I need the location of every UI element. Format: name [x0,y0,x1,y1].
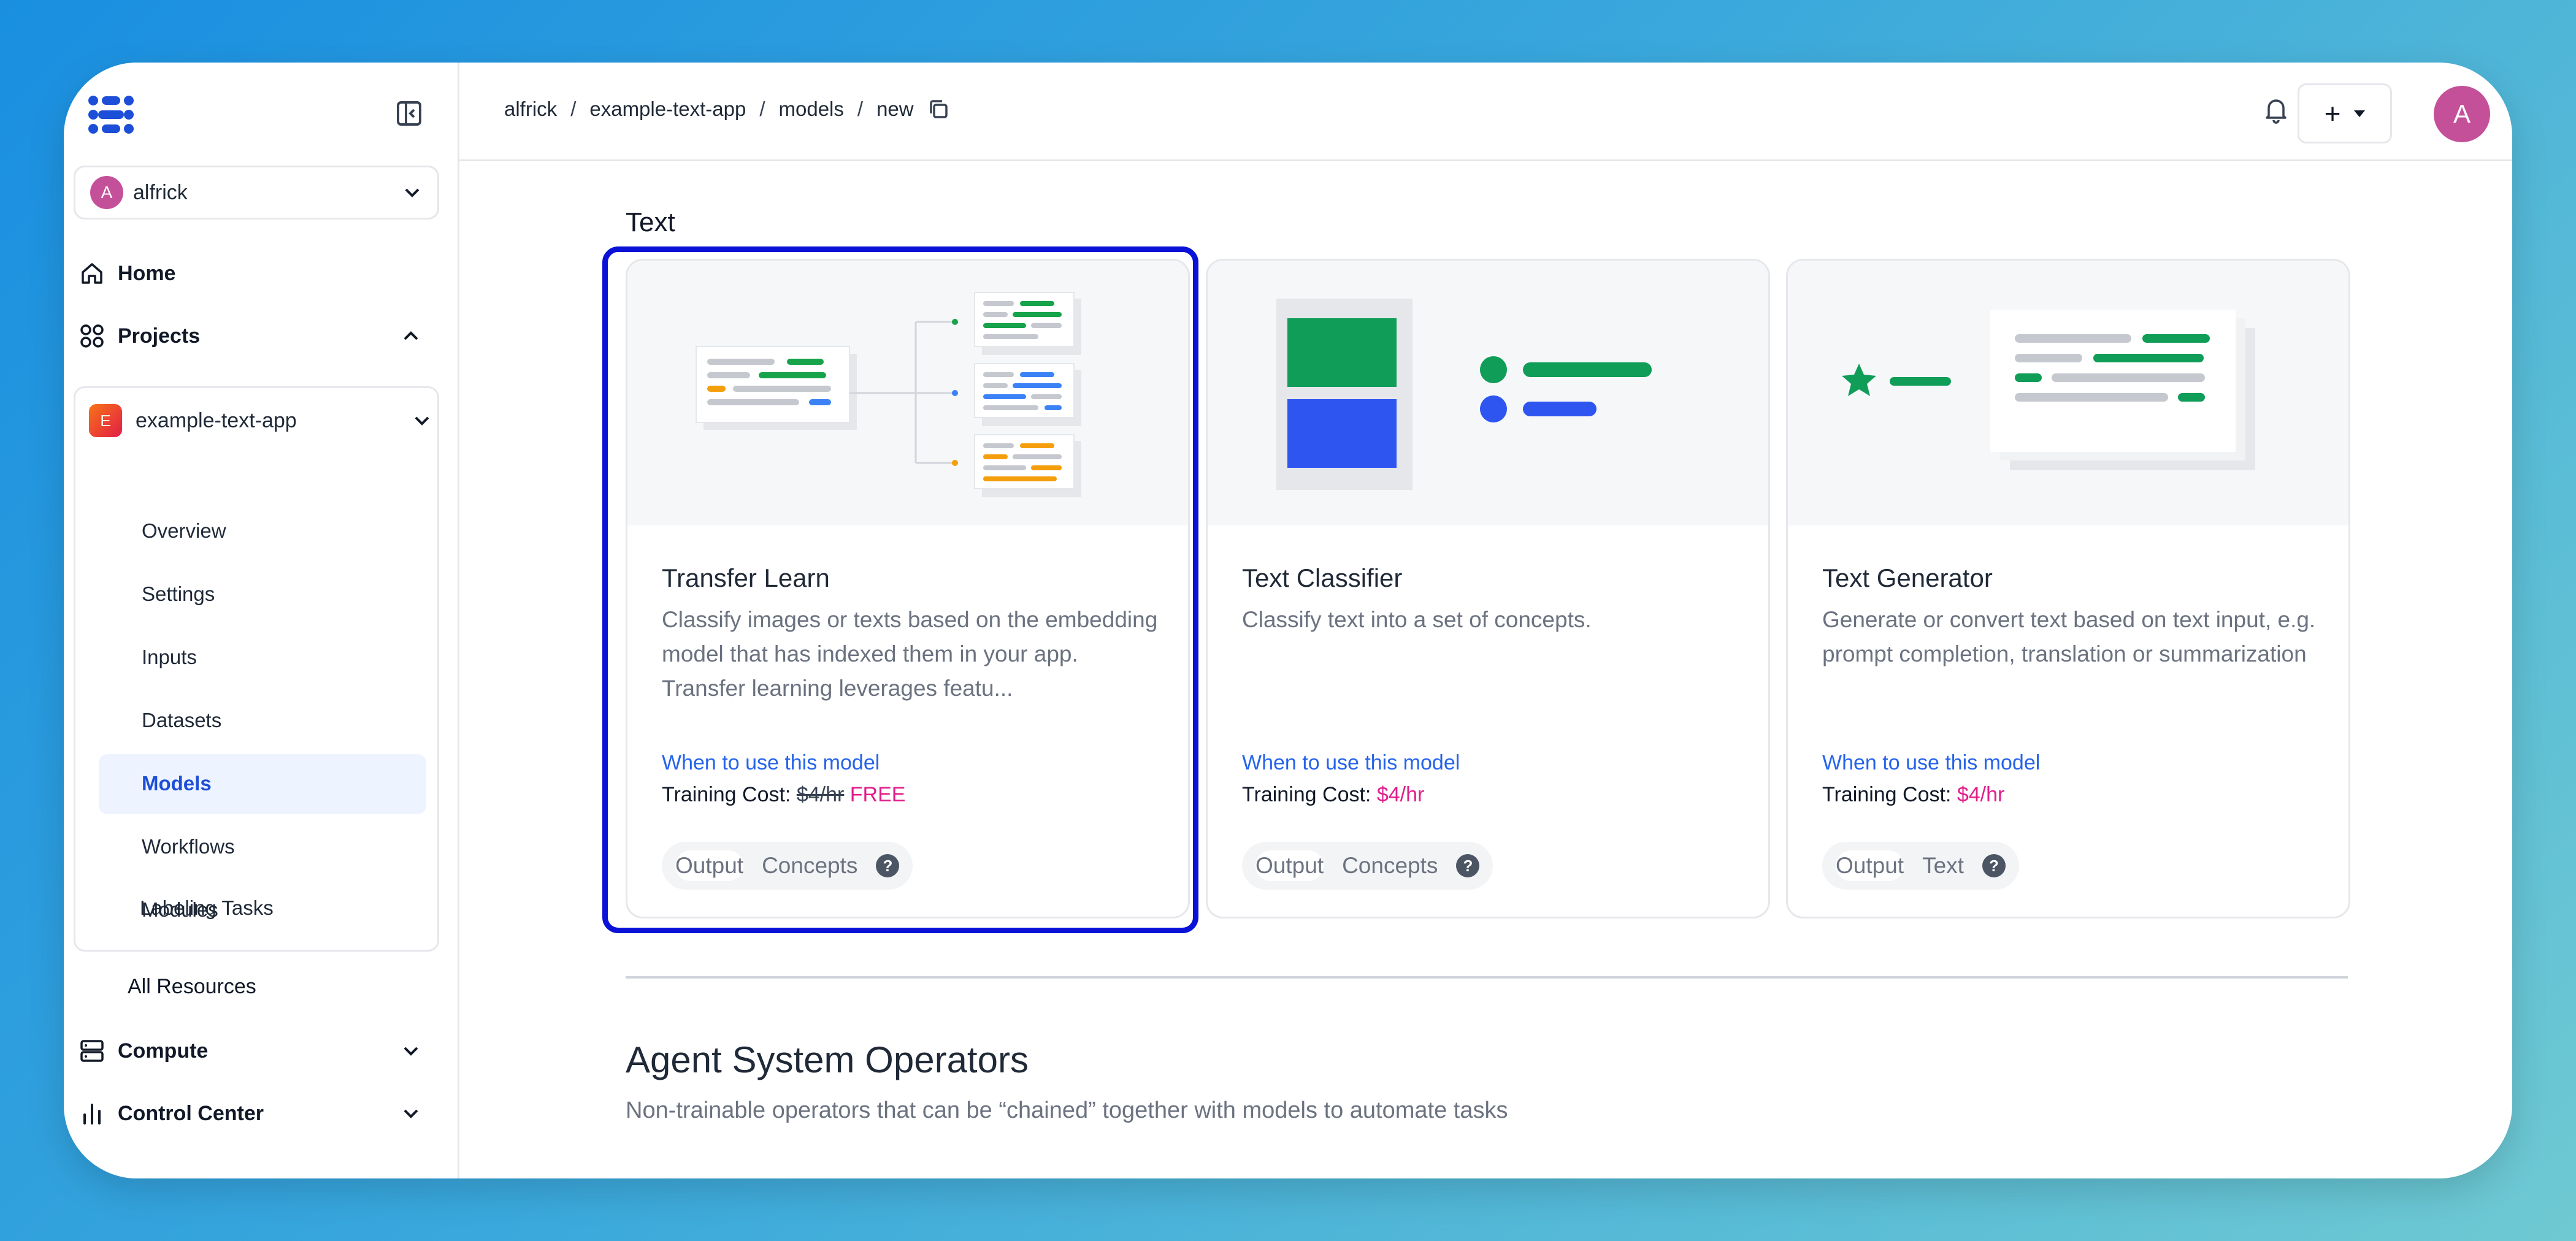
card-illustration [1788,261,2348,525]
selected-card-outline [602,246,1198,933]
project-header[interactable]: E example-text-app [89,404,432,437]
model-card-text-classifier[interactable]: Text Classifier Classify text into a set… [1206,259,1770,918]
tag-output: Output [1255,850,1324,881]
chevron-down-icon [404,1047,418,1056]
help-icon[interactable]: ? [1982,854,2006,877]
cost-label: Training Cost: [1242,783,1371,806]
app-window: A alfrick Home Projects E example-text-a… [64,63,2512,1178]
text-generator-illustration-icon [1842,310,2255,470]
training-cost: Training Cost: $4/hr [1242,783,1424,807]
nav-projects[interactable]: Projects [79,323,447,349]
training-cost: Training Cost: $4/hr [1822,783,2004,807]
user-avatar[interactable]: A [2434,86,2490,142]
project-name: example-text-app [136,408,297,432]
card-description: Classify text into a set of concepts. [1242,607,1592,632]
card-illustration [1208,261,1768,525]
plus-icon: + [2324,97,2341,129]
sidebar-item-workflows[interactable]: Workflows [142,835,235,858]
text-classifier-illustration-icon [1276,299,1652,490]
server-icon [80,1040,104,1062]
breadcrumb-models[interactable]: models [779,97,844,121]
bar-chart-icon [83,1104,101,1125]
section-divider [626,976,2348,979]
nav-home[interactable]: Home [79,260,175,287]
top-bar: alfrick / example-text-app / models / ne… [458,63,2512,161]
projects-icon [80,324,104,348]
card-title: Text Classifier [1242,563,1403,592]
nav-control-center[interactable]: Control Center [79,1100,447,1127]
card-description: Generate or convert text based on text i… [1822,607,2316,666]
sidebar-item-labeling-tasks[interactable]: Labeling Tasks [140,896,274,920]
cost-value: $4/hr [1957,783,2005,806]
breadcrumb-separator: / [570,97,577,120]
chevron-up-icon [404,331,418,340]
nav-compute-label: Compute [118,1039,209,1063]
sidebar-collapse-icon[interactable] [394,98,424,129]
nav-control-center-label: Control Center [118,1101,264,1125]
agent-section-subtitle: Non-trainable operators that can be “cha… [626,1098,1508,1123]
model-card-text-generator[interactable]: Text Generator Generate or convert text … [1786,259,2350,918]
card-title: Text Generator [1822,563,1993,592]
org-avatar: A [90,176,123,209]
tag-output: Output [1836,850,1904,881]
org-name: alfrick [133,180,188,204]
chevron-down-icon [415,416,429,426]
project-panel: E example-text-app Overview Settings Inp… [74,386,439,952]
breadcrumb-separator: / [857,97,864,120]
nav-home-label: Home [118,261,176,285]
clarifai-logo-icon[interactable] [83,87,139,142]
section-title-text: Text [626,207,675,237]
breadcrumb: alfrick / example-text-app / models / ne… [504,97,951,121]
io-tags: Output Concepts ? [1242,842,1493,890]
breadcrumb-new: new [876,97,914,120]
tag-concepts: Concepts [1342,853,1438,878]
when-to-use-link[interactable]: When to use this model [1822,751,2040,775]
home-icon [82,263,102,284]
sidebar-item-datasets[interactable]: Datasets [142,709,221,732]
sidebar-item-models[interactable]: Models [142,772,212,795]
nav-projects-label: Projects [118,324,201,348]
cost-value: $4/hr [1376,783,1425,806]
nav-compute[interactable]: Compute [79,1037,447,1064]
org-selector[interactable]: A alfrick [74,166,439,220]
help-icon[interactable]: ? [1456,854,1480,877]
agent-section-title: Agent System Operators [626,1039,1029,1080]
project-badge: E [89,404,122,437]
caret-down-icon [2354,110,2366,117]
io-tags: Output Text ? [1822,842,2019,890]
breadcrumb-org[interactable]: alfrick [504,97,557,121]
copy-icon[interactable] [926,97,951,121]
sidebar-item-settings[interactable]: Settings [142,582,215,606]
sidebar-item-overview[interactable]: Overview [142,519,226,543]
cost-label: Training Cost: [1822,783,1952,806]
add-button[interactable]: + [2298,83,2392,143]
breadcrumb-app[interactable]: example-text-app [589,97,746,121]
sidebar-item-inputs[interactable]: Inputs [142,646,197,669]
bell-icon[interactable] [2261,94,2291,125]
tag-text: Text [1922,853,1964,878]
breadcrumb-separator: / [759,97,765,120]
sidebar: A alfrick Home Projects E example-text-a… [64,63,459,1178]
nav-all-resources[interactable]: All Resources [128,975,256,999]
chevron-down-icon [404,1109,418,1118]
when-to-use-link[interactable]: When to use this model [1242,751,1460,775]
chevron-down-icon [405,188,420,197]
